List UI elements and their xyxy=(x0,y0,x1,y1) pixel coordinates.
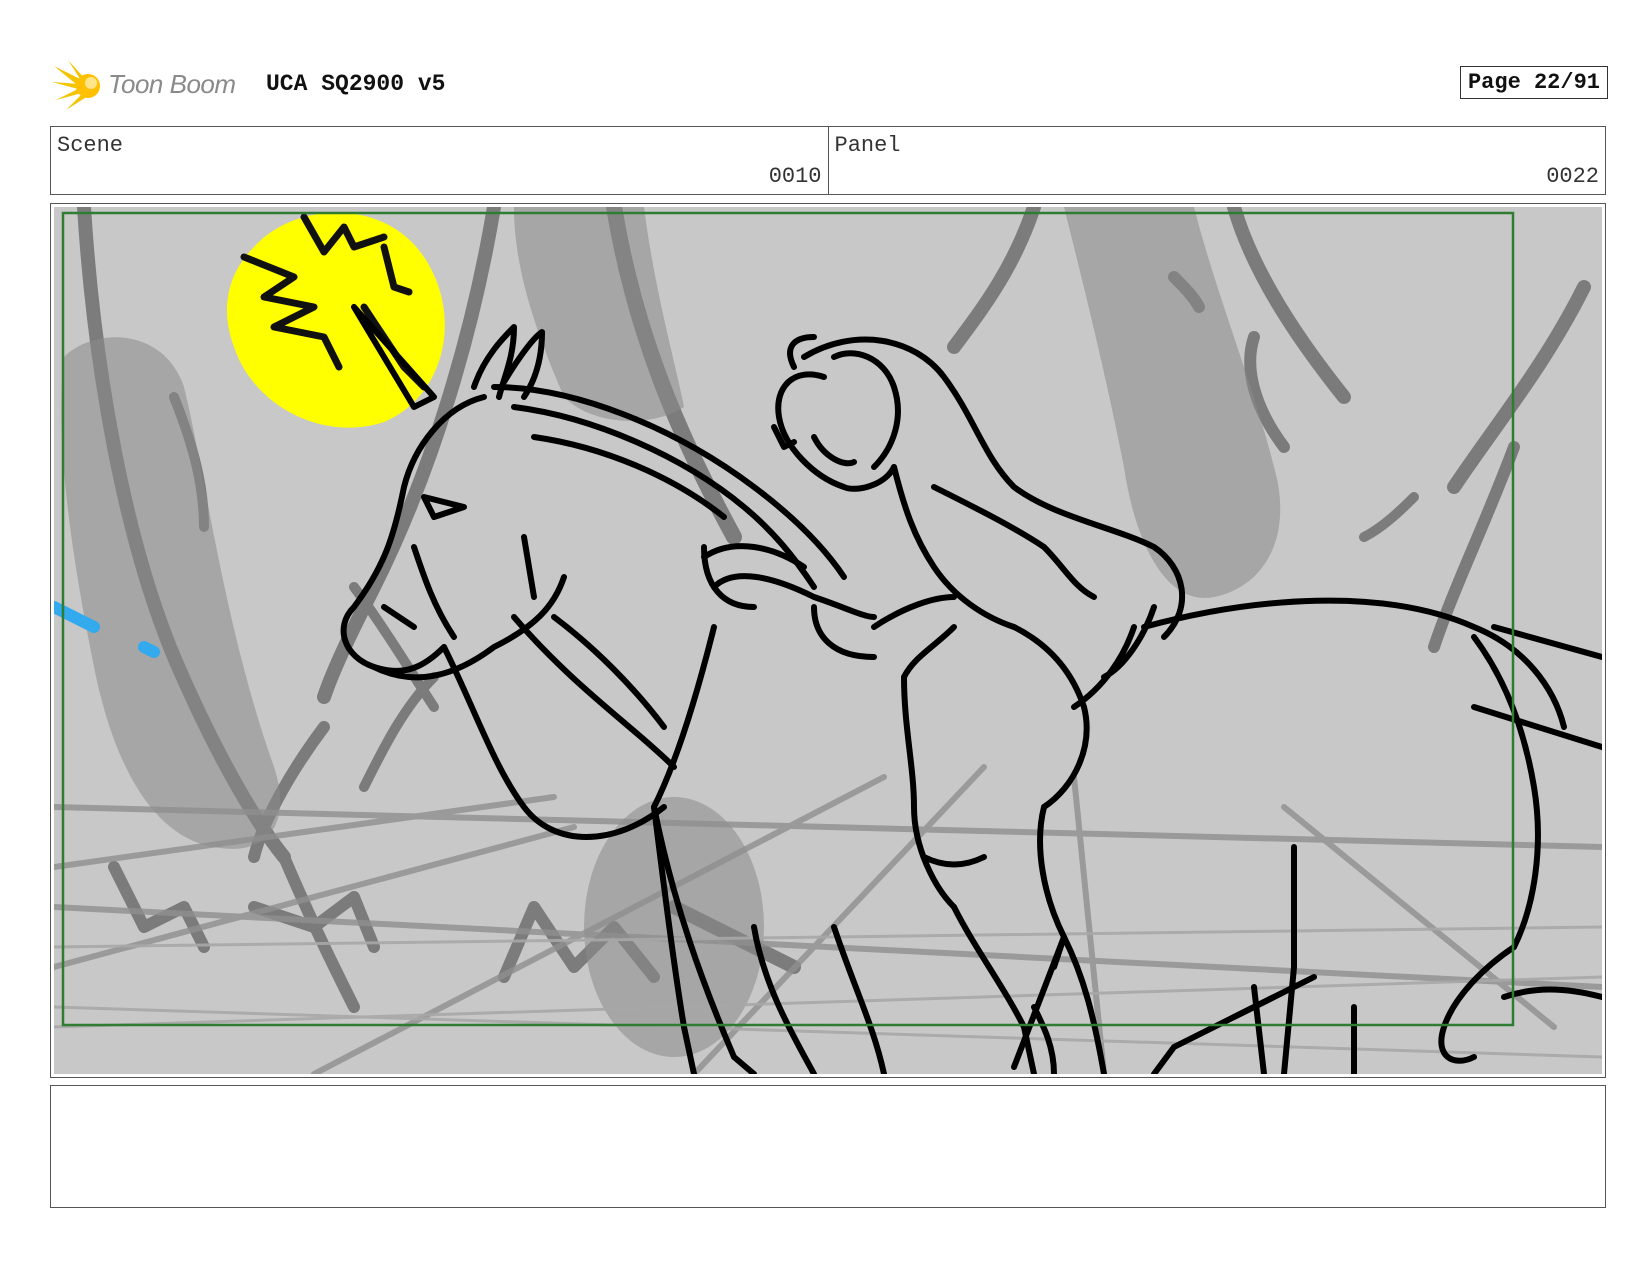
storyboard-header: Toon Boom UCA SQ2900 v5 Page 22/91 xyxy=(52,58,1608,110)
scene-number: 0010 xyxy=(768,164,822,189)
panel-number: 0022 xyxy=(1546,164,1599,189)
logo-wordmark: Toon Boom xyxy=(108,69,236,99)
project-title: UCA SQ2900 v5 xyxy=(266,71,446,97)
panel-image-frame xyxy=(50,203,1606,1078)
panel-cell: Panel 0022 xyxy=(827,127,1606,194)
toon-boom-logo-icon xyxy=(52,60,100,110)
storyboard-sketch xyxy=(54,207,1602,1074)
scene-label: Scene xyxy=(57,133,124,158)
page-indicator: Page 22/91 xyxy=(1459,66,1608,99)
panel-label: Panel xyxy=(834,133,901,158)
panel-notes-box xyxy=(50,1085,1606,1208)
scene-panel-info-row: Scene 0010 Panel 0022 xyxy=(50,126,1606,195)
toon-boom-logo: Toon Boom xyxy=(52,60,252,110)
scene-cell: Scene 0010 xyxy=(51,127,828,194)
